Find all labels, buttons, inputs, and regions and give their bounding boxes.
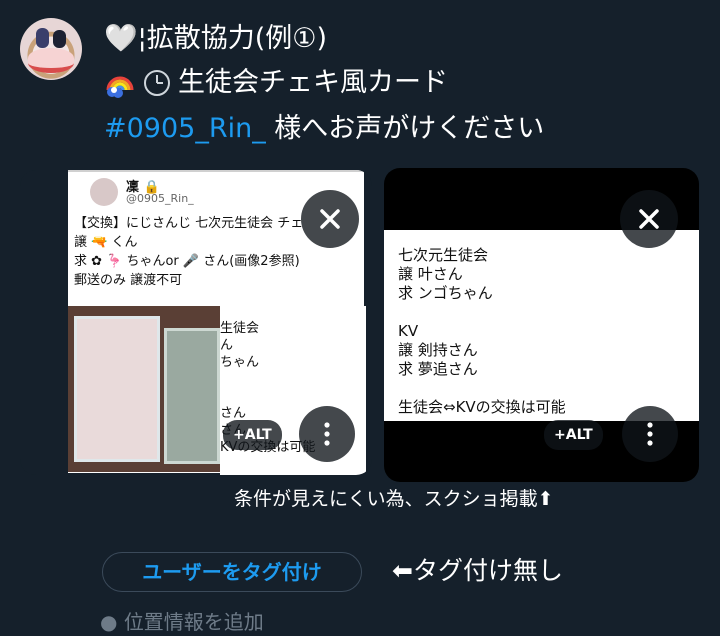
image-options-button[interactable] (299, 406, 355, 462)
screenshot-body-line: 郵送のみ 譲渡不可 (74, 273, 183, 288)
clock-icon (144, 70, 170, 96)
remove-image-button[interactable] (620, 190, 678, 248)
conditions-image: 七次元生徒会 譲 叶さん 求 ンゴちゃん KV 譲 剣持さん 求 夢追さん 生徒… (384, 230, 699, 421)
alt-text-button[interactable]: +ALT (223, 420, 282, 450)
post-line-2-text: 生徒会チェキ風カード (178, 67, 448, 98)
post-line-1-text: ¦拡散協力(例①) (137, 23, 327, 54)
avatar-figure (36, 28, 49, 48)
post-line-2: 生徒会チェキ風カード (104, 64, 448, 102)
remove-image-button[interactable] (301, 190, 359, 248)
location-pin-icon: ● (100, 610, 118, 634)
screenshot-avatar (90, 178, 118, 206)
close-icon (639, 209, 659, 229)
photo-card-frame (164, 328, 220, 464)
shot-line: ちゃん (220, 355, 260, 370)
attached-image-1[interactable]: 凜 🔒 @0905_Rin_ 【交換】にじさんじ 七次元生徒会 チェ 譲 🔫 く… (20, 170, 372, 475)
rainbow-icon (106, 76, 134, 98)
shot-line (220, 371, 366, 388)
avatar-figure (53, 30, 66, 48)
avatar[interactable] (20, 18, 82, 80)
screenshot-body-line: 求 ✿ 🦩 ちゃんor 🎤 さん(画像2参照) (74, 254, 300, 269)
shot-line (220, 388, 366, 405)
more-vertical-icon (647, 422, 653, 446)
add-location-label: 位置情報を追加 (123, 610, 264, 634)
avatar-cake (28, 48, 74, 73)
post-line-3: #0905_Rin_ 様へお声がけください (104, 110, 544, 148)
screenshot-handle: @0905_Rin_ (126, 192, 194, 205)
hashtag-link[interactable]: #0905_Rin_ (104, 113, 266, 144)
shot-line: 生徒会 (220, 321, 260, 336)
tag-note: ⬅タグ付け無し (392, 556, 563, 585)
shot-line: ん (220, 338, 234, 353)
image-options-button[interactable] (622, 406, 678, 462)
screenshot-body-line: 【交換】にじさんじ 七次元生徒会 チェ (74, 216, 304, 231)
tag-users-button[interactable]: ユーザーをタグ付け (102, 552, 362, 592)
close-icon (320, 209, 340, 229)
attached-image-2[interactable]: 七次元生徒会 譲 叶さん 求 ンゴちゃん KV 譲 剣持さん 求 夢追さん 生徒… (384, 168, 699, 482)
caption-note: 条件が見えにくい為、スクショ掲載⬆ (234, 488, 554, 510)
post-line-1: 🤍¦拡散協力(例①) (104, 20, 327, 58)
screenshot-body: 【交換】にじさんじ 七次元生徒会 チェ 譲 🔫 くん 求 ✿ 🦩 ちゃんor 🎤… (74, 214, 303, 290)
alt-text-button[interactable]: +ALT (544, 420, 603, 450)
screenshot-body-line: 譲 🔫 くん (74, 235, 138, 250)
post-line-3-text: 様へお声がけください (265, 113, 545, 144)
conditions-text: 七次元生徒会 譲 叶さん 求 ンゴちゃん KV 譲 剣持さん 求 夢追さん 生徒… (398, 246, 566, 416)
divider (68, 170, 364, 172)
more-vertical-icon (324, 422, 330, 446)
cheki-photo (68, 306, 220, 472)
add-location-button[interactable]: ● 位置情報を追加 (100, 608, 264, 636)
white-heart-icon: 🤍 (104, 23, 138, 54)
photo-card-frame (74, 316, 160, 462)
